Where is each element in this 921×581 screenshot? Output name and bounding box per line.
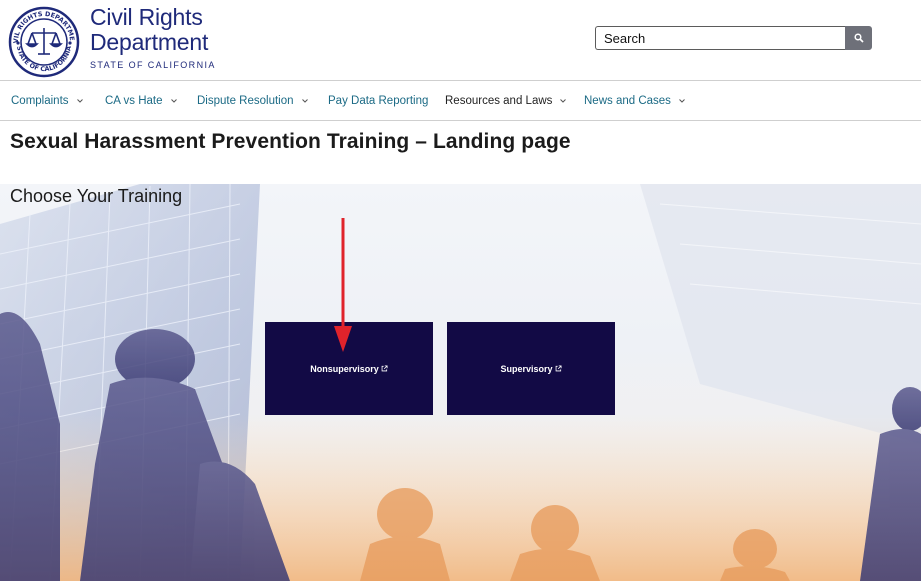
page-title: Sexual Harassment Prevention Training – … (10, 130, 571, 153)
nav-item-resources-and-laws[interactable]: Resources and Laws (445, 81, 567, 120)
tile-label: Nonsupervisory (310, 364, 388, 374)
search-input[interactable] (595, 26, 845, 50)
department-seal-logo[interactable]: CIVIL RIGHTS DEPARTMENT STATE OF CALIFOR… (8, 6, 80, 78)
chevron-down-icon (560, 98, 567, 103)
nav-item-pay-data-reporting[interactable]: Pay Data Reporting (328, 81, 428, 120)
chevron-down-icon (76, 98, 83, 103)
main-navigation: Complaints CA vs Hate Dispute Resolution… (0, 80, 921, 121)
brand-wordmark[interactable]: Civil Rights Department STATE OF CALIFOR… (90, 4, 216, 71)
brand-line-1: Civil Rights (90, 4, 203, 30)
search-icon (853, 33, 864, 43)
nav-item-ca-vs-hate[interactable]: CA vs Hate (105, 81, 178, 120)
nav-item-label: Complaints (11, 94, 69, 107)
nav-item-label: Dispute Resolution (197, 94, 294, 107)
supervisory-training-button[interactable]: Supervisory (447, 322, 615, 415)
external-link-icon (555, 365, 562, 372)
nav-item-label: CA vs Hate (105, 94, 163, 107)
tile-label-text: Nonsupervisory (310, 363, 379, 374)
brand-line-2: Department (90, 29, 209, 55)
external-link-icon (381, 365, 388, 372)
red-arrow-annotation (334, 218, 352, 352)
nav-item-label: News and Cases (584, 94, 671, 107)
nav-item-news-and-cases[interactable]: News and Cases (584, 81, 686, 120)
search-button[interactable] (845, 26, 872, 50)
section-heading: Choose Your Training (10, 186, 183, 206)
nav-item-label: Resources and Laws (445, 94, 553, 107)
search-form (595, 26, 872, 50)
tile-label: Supervisory (500, 363, 562, 374)
tile-label-text: Supervisory (500, 363, 553, 374)
brand-subtitle: STATE OF CALIFORNIA (90, 60, 216, 70)
chevron-down-icon (301, 98, 308, 103)
nav-item-label: Pay Data Reporting (328, 94, 429, 107)
chevron-down-icon (679, 98, 685, 103)
chevron-down-icon (170, 98, 177, 103)
site-header: CIVIL RIGHTS DEPARTMENT STATE OF CALIFOR… (0, 0, 921, 80)
nav-item-complaints[interactable]: Complaints (11, 81, 84, 120)
nav-item-dispute-resolution[interactable]: Dispute Resolution (197, 81, 309, 120)
